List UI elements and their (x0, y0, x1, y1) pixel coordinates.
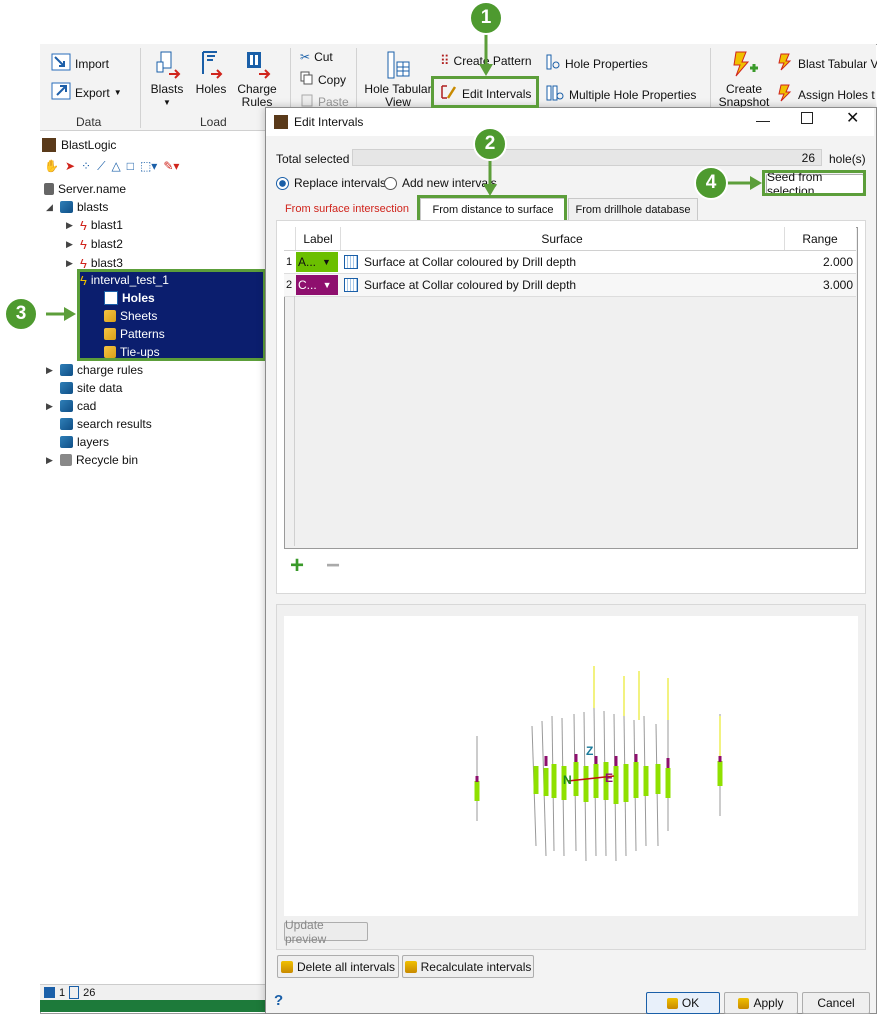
callout-badge-4: 4 (694, 166, 728, 200)
callout-badge-3: 3 (4, 297, 38, 331)
callout-arrows (46, 34, 762, 321)
callout-badge-1: 1 (469, 1, 503, 35)
callout-badge-2: 2 (473, 127, 507, 161)
